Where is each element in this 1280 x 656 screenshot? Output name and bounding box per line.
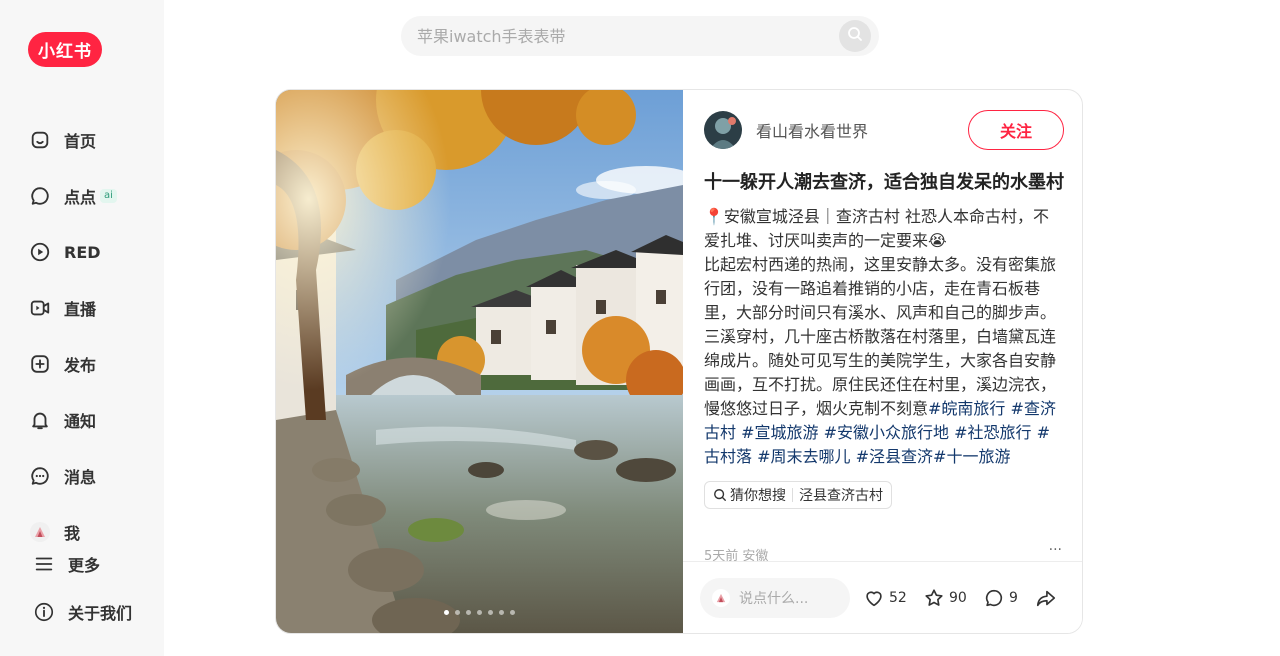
chat-bubble-icon <box>28 184 52 208</box>
search-input[interactable] <box>417 16 827 56</box>
pager-dot[interactable] <box>466 610 471 615</box>
sidebar-item-messages[interactable]: 消息 <box>28 460 96 492</box>
sidebar-item-label: RED <box>64 242 101 262</box>
sidebar-item-label: 直播 <box>64 300 97 319</box>
share-button[interactable] <box>1035 586 1057 610</box>
pager-dot[interactable] <box>488 610 493 615</box>
note-detail: 看山看水看世界 关注 十一躲开人潮去查济，适合独自发呆的水墨村 📍安徽宣城泾县｜… <box>683 90 1082 633</box>
related-search-chip[interactable]: 猜你想搜 泾县查济古村 <box>704 481 892 509</box>
follow-button[interactable]: 关注 <box>968 110 1064 150</box>
hashtag[interactable]: #十一旅游 <box>933 447 1010 466</box>
sidebar-more[interactable]: 更多 <box>32 548 100 580</box>
sidebar-item-me[interactable]: 我 <box>28 516 80 548</box>
note-content: 十一躲开人潮去查济，适合独自发呆的水墨村 📍安徽宣城泾县｜查济古村 社恐人本命古… <box>704 170 1064 562</box>
sidebar-item-home[interactable]: 首页 <box>28 124 96 156</box>
comment-count: 9 <box>1009 590 1018 606</box>
search-button[interactable] <box>839 20 871 52</box>
sidebar: 小红书 首页 点点 ai RED 直播 发布 通知 消息 我 更多 关于我们 <box>0 0 164 656</box>
heart-icon <box>863 587 885 609</box>
app: 小红书 首页 点点 ai RED 直播 发布 通知 消息 我 更多 关于我们 苹… <box>0 0 1280 656</box>
like-count: 52 <box>889 590 907 606</box>
share-icon <box>1035 587 1057 609</box>
divider <box>792 488 793 502</box>
like-button[interactable]: 52 <box>863 586 907 610</box>
pager-dot[interactable] <box>499 610 504 615</box>
hashtag[interactable]: #泾县查济 <box>856 447 933 466</box>
sidebar-item-label: 消息 <box>64 468 97 487</box>
info-icon <box>32 600 56 624</box>
comment-icon <box>983 587 1005 609</box>
pager-dot[interactable] <box>455 610 460 615</box>
sidebar-about[interactable]: 关于我们 <box>32 596 132 628</box>
sidebar-item-red[interactable]: RED <box>28 236 101 268</box>
sidebar-item-diandian[interactable]: 点点 ai <box>28 180 117 212</box>
pager-dot[interactable] <box>477 610 482 615</box>
collect-count: 90 <box>949 590 967 606</box>
avatar-icon <box>28 520 52 544</box>
image-pager <box>276 610 683 615</box>
hashtag[interactable]: #周末去哪儿 <box>757 447 850 466</box>
pager-dot[interactable] <box>444 610 449 615</box>
sidebar-item-label: 点点 <box>64 188 97 207</box>
play-circle-icon <box>28 240 52 264</box>
more-options-icon[interactable]: ··· <box>1049 542 1062 558</box>
user-avatar <box>712 589 730 607</box>
hashtag[interactable]: #安徽小众旅行地 <box>824 423 949 442</box>
engage-bar: 说点什么... 52 90 9 <box>683 561 1082 633</box>
comment-input[interactable]: 说点什么... <box>700 578 850 618</box>
comment-placeholder: 说点什么... <box>739 591 809 607</box>
note-title: 十一躲开人潮去查济，适合独自发呆的水墨村 <box>704 172 1064 193</box>
guess-query: 泾县查济古村 <box>799 488 883 504</box>
author-avatar[interactable] <box>704 111 742 149</box>
note-card: 看山看水看世界 关注 十一躲开人潮去查济，适合独自发呆的水墨村 📍安徽宣城泾县｜… <box>275 89 1083 634</box>
logo[interactable]: 小红书 <box>28 32 102 67</box>
note-desc-body: 比起宏村西递的热闹，这里安静太多。没有密集旅行团，没有一路追着推销的小店，走在青… <box>704 255 1057 418</box>
hashtag[interactable]: #宣城旅游 <box>741 423 818 442</box>
pager-dot[interactable] <box>510 610 515 615</box>
search-icon <box>713 488 727 502</box>
sidebar-item-live[interactable]: 直播 <box>28 292 96 324</box>
menu-icon <box>32 552 56 576</box>
plus-square-icon <box>28 352 52 376</box>
search-bar <box>401 16 879 56</box>
search-icon <box>847 26 863 46</box>
sidebar-item-notify[interactable]: 通知 <box>28 404 96 436</box>
comment-button[interactable]: 9 <box>983 586 1018 610</box>
collect-button[interactable]: 90 <box>923 586 967 610</box>
live-camera-icon <box>28 296 52 320</box>
note-photo[interactable] <box>276 90 683 633</box>
hashtag[interactable]: #皖南旅行 <box>928 399 1005 418</box>
sidebar-more-label: 更多 <box>68 556 101 575</box>
author-name[interactable]: 看山看水看世界 <box>756 118 868 142</box>
village-photo-illustration <box>276 90 683 633</box>
star-icon <box>923 587 945 609</box>
message-icon <box>28 464 52 488</box>
home-icon <box>28 128 52 152</box>
bell-icon <box>28 408 52 432</box>
ai-badge: ai <box>100 189 117 203</box>
sidebar-about-label: 关于我们 <box>68 604 133 623</box>
sidebar-item-label: 我 <box>64 524 81 543</box>
guess-label: 猜你想搜 <box>730 488 786 504</box>
sidebar-item-label: 首页 <box>64 132 97 151</box>
note-desc-line: 📍安徽宣城泾县｜查济古村 社恐人本命古村，不爱扎堆、讨厌叫卖声的一定要来😭 <box>704 207 1050 250</box>
sidebar-item-label: 通知 <box>64 412 97 431</box>
author-info[interactable]: 看山看水看世界 <box>704 110 868 150</box>
sidebar-item-publish[interactable]: 发布 <box>28 348 96 380</box>
note-description: 📍安徽宣城泾县｜查济古村 社恐人本命古村，不爱扎堆、讨厌叫卖声的一定要来😭 比起… <box>704 205 1064 469</box>
sidebar-item-label: 发布 <box>64 356 97 375</box>
hashtag[interactable]: #社恐旅行 <box>954 423 1031 442</box>
